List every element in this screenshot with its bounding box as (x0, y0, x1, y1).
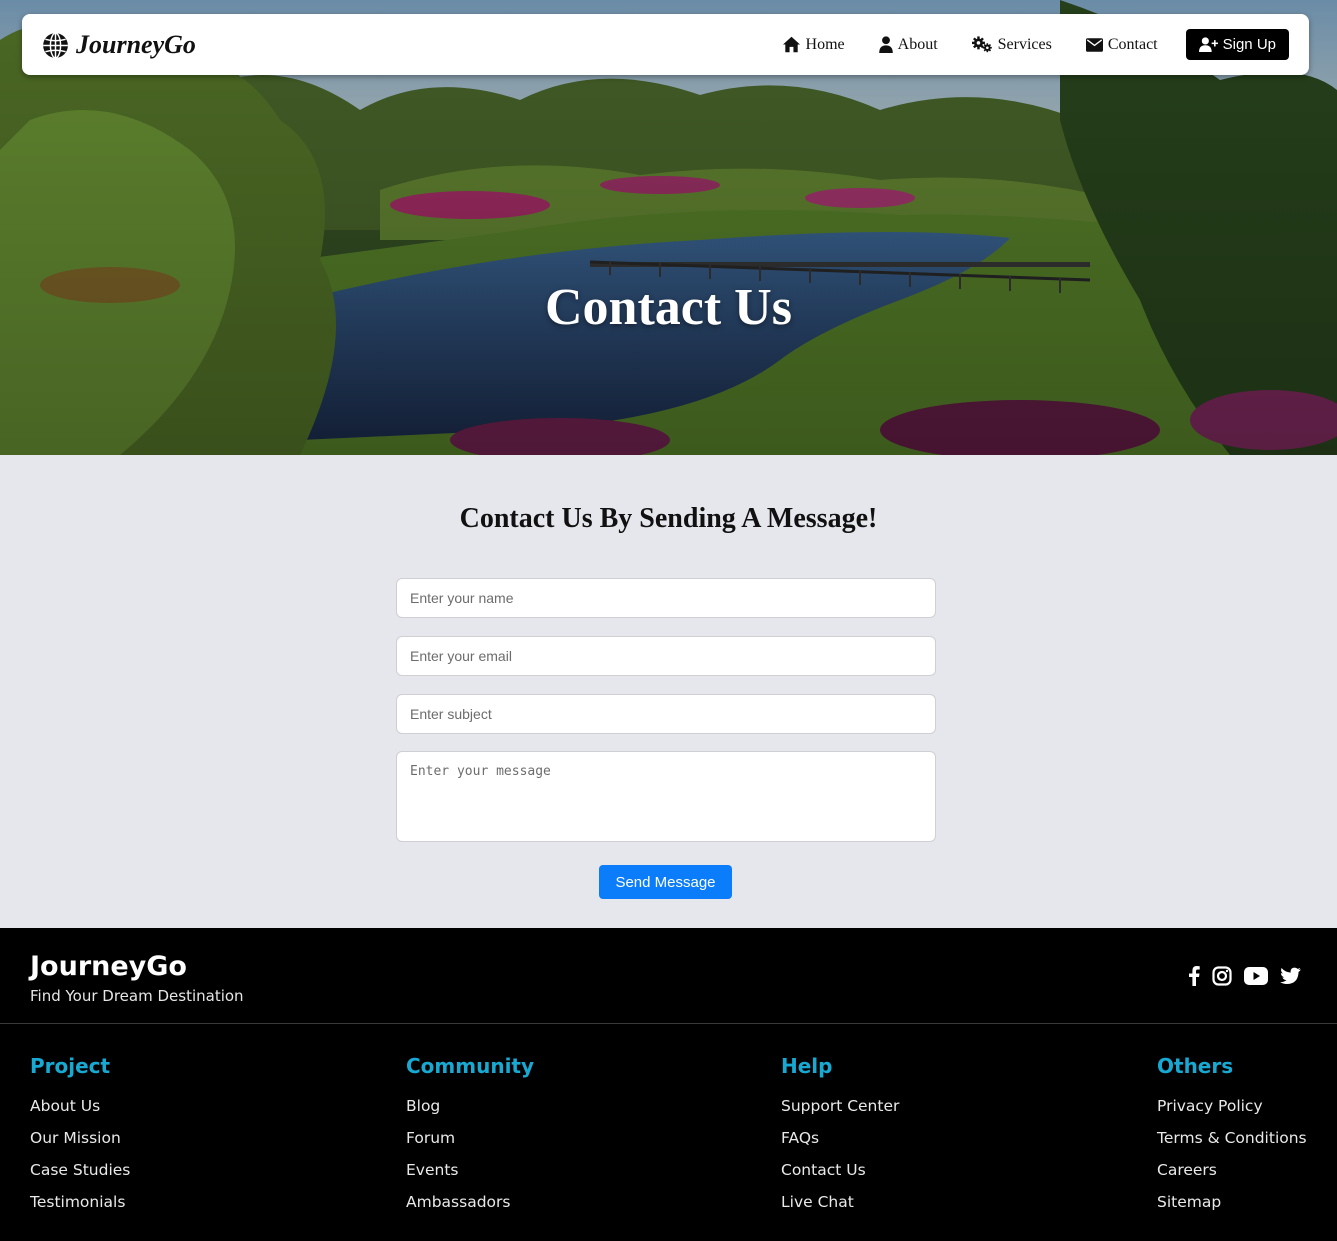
home-icon (782, 36, 800, 53)
footer-link[interactable]: Blog (406, 1097, 534, 1117)
subject-input[interactable] (396, 694, 936, 734)
nav-link-label: Contact (1107, 35, 1158, 53)
nav-link-home[interactable]: Home (782, 36, 845, 54)
footer-column-title: Others (1157, 1054, 1234, 1078)
gears-icon (971, 36, 992, 53)
footer-link[interactable]: Events (406, 1161, 534, 1181)
footer-link[interactable]: Forum (406, 1129, 534, 1149)
footer-brand: JourneyGo (30, 951, 187, 982)
footer-column-title: Project (30, 1054, 111, 1078)
user-icon (878, 36, 893, 53)
email-input[interactable] (396, 636, 936, 676)
contact-heading: Contact Us By Sending A Message! (459, 503, 878, 534)
footer-link[interactable]: Ambassadors (406, 1193, 534, 1213)
social-links (1188, 965, 1301, 986)
footer-column-community: Community Blog Forum Events Ambassadors (406, 1054, 534, 1225)
hero-title: Contact Us (545, 279, 792, 336)
nav-link-contact[interactable]: Contact (1085, 35, 1158, 54)
message-textarea[interactable] (396, 751, 936, 842)
footer-link[interactable]: Testimonials (30, 1193, 130, 1213)
footer-link[interactable]: FAQs (781, 1129, 899, 1149)
footer-link[interactable]: About Us (30, 1097, 130, 1117)
footer-divider (0, 1023, 1337, 1024)
footer-link[interactable]: Contact Us (781, 1161, 899, 1181)
nav-link-label: About (897, 35, 938, 53)
send-message-button[interactable]: Send Message (599, 865, 732, 899)
footer-link[interactable]: Support Center (781, 1097, 899, 1117)
nav-link-about[interactable]: About (878, 35, 938, 54)
user-plus-icon (1198, 37, 1218, 52)
footer-link[interactable]: Live Chat (781, 1193, 899, 1213)
nav-link-label: Home (805, 35, 845, 53)
navbar: JourneyGo Home About Services Contact Si… (22, 14, 1309, 75)
footer-tagline: Find Your Dream Destination (30, 987, 244, 1005)
nav-link-label: Services (997, 35, 1052, 53)
footer-column-title: Community (406, 1054, 535, 1078)
sign-up-button[interactable]: Sign Up (1185, 29, 1289, 60)
nav-link-services[interactable]: Services (971, 35, 1052, 54)
brand-logo[interactable]: JourneyGo (42, 29, 196, 61)
footer-column-help: Help Support Center FAQs Contact Us Live… (781, 1054, 899, 1225)
footer-link[interactable]: Case Studies (30, 1161, 130, 1181)
footer-link[interactable]: Careers (1157, 1161, 1307, 1181)
nav-links: Home About Services Contact Sign Up (782, 29, 1289, 60)
twitter-icon[interactable] (1280, 967, 1301, 985)
brand-name: JourneyGo (76, 30, 196, 59)
footer-link[interactable]: Sitemap (1157, 1193, 1307, 1213)
footer-column-others: Others Privacy Policy Terms & Conditions… (1157, 1054, 1307, 1225)
envelope-icon (1085, 37, 1103, 52)
facebook-icon[interactable] (1188, 965, 1200, 986)
footer-column-project: Project About Us Our Mission Case Studie… (30, 1054, 130, 1225)
contact-section: Contact Us By Sending A Message! Send Me… (0, 455, 1337, 928)
globe-icon (43, 31, 68, 59)
sign-up-label: Sign Up (1222, 36, 1276, 53)
footer-link[interactable]: Our Mission (30, 1129, 130, 1149)
name-input[interactable] (396, 578, 936, 618)
footer-column-title: Help (781, 1054, 833, 1078)
footer-link[interactable]: Terms & Conditions (1157, 1129, 1307, 1149)
instagram-icon[interactable] (1212, 965, 1232, 986)
footer: JourneyGo Find Your Dream Destination Pr… (0, 928, 1337, 1241)
footer-link[interactable]: Privacy Policy (1157, 1097, 1307, 1117)
youtube-icon[interactable] (1244, 966, 1268, 985)
